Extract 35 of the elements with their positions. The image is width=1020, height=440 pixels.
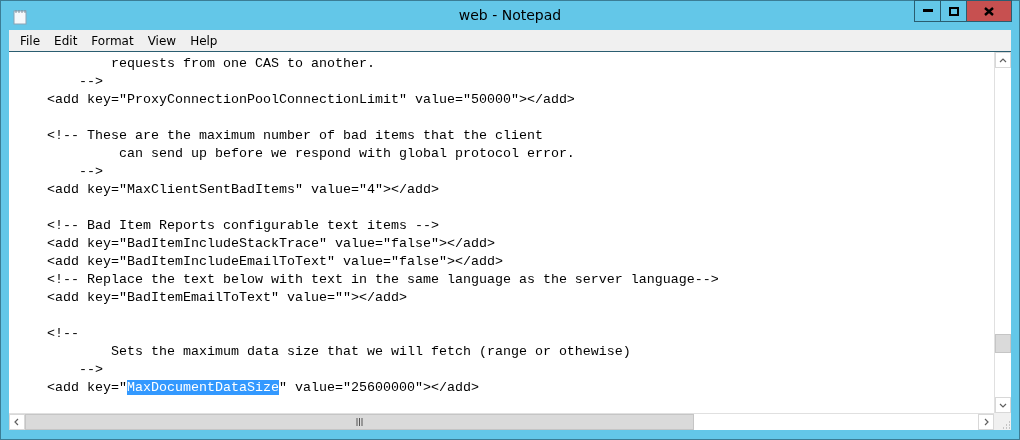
menu-item[interactable]: Edit (47, 33, 85, 48)
code-line: <!-- Bad Item Reports configurable text items --> (46, 217, 440, 235)
code-line: --> (78, 73, 104, 91)
code-line: requests from one CAS to another. (109, 55, 376, 73)
vertical-scrollbar[interactable] (994, 52, 1011, 413)
grip-icon (356, 418, 364, 426)
horizontal-scrollbar[interactable] (9, 413, 994, 430)
close-button[interactable] (966, 0, 1012, 22)
code-line: <add key="MaxDocumentDataSize" value="25600000"></add> (46, 379, 480, 397)
scroll-thumb[interactable] (995, 334, 1011, 353)
scroll-thumb[interactable] (25, 414, 695, 430)
window-title: web - Notepad (458, 7, 562, 23)
menu-item[interactable]: Help (183, 33, 225, 48)
code-line: <add key="BadItemEmailToText" value=""></add> (46, 289, 408, 307)
resize-grip-icon[interactable] (1001, 420, 1011, 430)
code-line: <!-- These are the maximum number of bad items that the client (46, 127, 544, 145)
code-line: --> (78, 163, 104, 181)
menu-item[interactable]: View (140, 33, 184, 48)
code-line: Sets the maximum data size that we will fetch (range or othewise) (109, 343, 632, 361)
code-line: --> (78, 361, 104, 379)
maximize-icon (948, 6, 959, 16)
menu-item[interactable]: File (13, 33, 48, 48)
menu-item[interactable]: Format (84, 33, 141, 48)
code-line: <!-- (46, 325, 80, 343)
code-line: can send up before we respond with global protocol error. (117, 145, 576, 163)
minimize-icon (922, 9, 933, 13)
close-icon (984, 6, 994, 16)
code-line: <!-- Replace the text below with text in the same language as the server language--> (46, 271, 720, 289)
minimize-button[interactable] (914, 0, 941, 22)
code-line: <add key="BadItemIncludeStackTrace" value="false"></add> (46, 235, 496, 253)
code-line: <add key="MaxClientSentBadItems" value="4"></add> (46, 181, 440, 199)
maximize-button[interactable] (940, 0, 967, 22)
code-line: <add key="BadItemIncludeEmailToText" value="false"></add> (46, 253, 504, 271)
notepad-icon (13, 8, 27, 25)
code-line: <add key="ProxyConnectionPoolConnectionLimit" value="50000"></add> (46, 91, 576, 109)
